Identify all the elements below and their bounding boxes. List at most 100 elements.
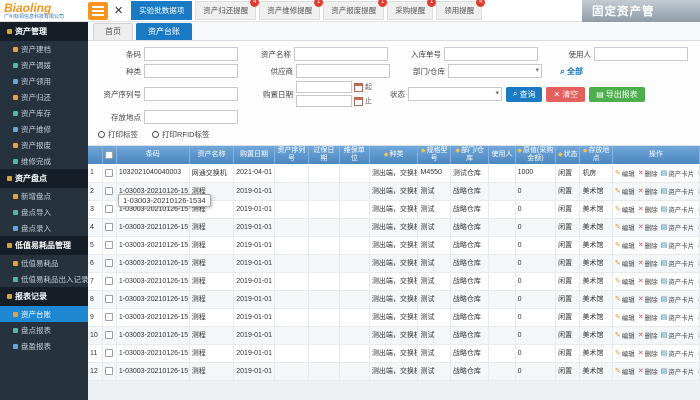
download-action[interactable]: ↓下载 bbox=[697, 366, 698, 376]
edit-action[interactable]: ✎ 编辑 bbox=[615, 276, 635, 286]
column-header[interactable]: ◆种类 bbox=[369, 146, 419, 164]
status-select[interactable] bbox=[408, 87, 502, 101]
edit-action[interactable]: ✎ 编辑 bbox=[615, 258, 635, 268]
close-icon[interactable]: ✕ bbox=[114, 4, 123, 17]
download-action[interactable]: ↓下载 bbox=[697, 294, 698, 304]
sidebar-item[interactable]: 盘点导入 bbox=[0, 204, 88, 220]
sidebar-item[interactable]: 资产归还 bbox=[0, 89, 88, 105]
sidebar-item[interactable]: 新增盘点 bbox=[0, 188, 88, 204]
delete-action[interactable]: ✕ 删除 bbox=[638, 294, 658, 304]
row-checkbox[interactable] bbox=[104, 277, 113, 285]
asset-card-action[interactable]: ▤ 资产卡片 bbox=[661, 366, 695, 376]
dept-select[interactable] bbox=[448, 64, 542, 78]
column-header[interactable]: ◆状态 bbox=[555, 146, 581, 164]
location-input[interactable] bbox=[144, 110, 238, 124]
page-tab-0[interactable]: 首页 bbox=[93, 23, 133, 40]
sidebar-item[interactable]: 资产库存 bbox=[0, 105, 88, 121]
edit-action[interactable]: ✎ 编辑 bbox=[615, 222, 635, 232]
barcode-input[interactable] bbox=[144, 47, 238, 61]
delete-action[interactable]: ✕ 删除 bbox=[638, 348, 658, 358]
edit-action[interactable]: ✎ 编辑 bbox=[615, 204, 635, 214]
sidebar-item[interactable]: 资产领用 bbox=[0, 73, 88, 89]
select-all-header[interactable] bbox=[102, 146, 117, 164]
edit-action[interactable]: ✎ 编辑 bbox=[615, 240, 635, 250]
row-checkbox[interactable] bbox=[104, 205, 113, 213]
category-input[interactable] bbox=[144, 64, 238, 78]
top-tab-5[interactable]: 领用提醒 4 bbox=[436, 0, 486, 20]
menu-toggle-button[interactable] bbox=[88, 1, 108, 20]
download-action[interactable]: ↓下载 bbox=[697, 186, 698, 196]
date-from-input[interactable] bbox=[296, 81, 352, 93]
row-checkbox[interactable] bbox=[104, 241, 113, 249]
delete-action[interactable]: ✕ 删除 bbox=[638, 222, 658, 232]
inbound-no-input[interactable] bbox=[444, 47, 538, 61]
sidebar-item[interactable]: 资产调拨 bbox=[0, 57, 88, 73]
delete-action[interactable]: ✕ 删除 bbox=[638, 168, 658, 178]
calendar-icon[interactable] bbox=[354, 96, 363, 106]
edit-action[interactable]: ✎ 编辑 bbox=[615, 186, 635, 196]
page-tab-1[interactable]: 资产台账 bbox=[136, 23, 192, 40]
delete-action[interactable]: ✕ 删除 bbox=[638, 258, 658, 268]
asset-card-action[interactable]: ▤ 资产卡片 bbox=[661, 276, 695, 286]
download-action[interactable]: ↓下载 bbox=[697, 348, 698, 358]
edit-action[interactable]: ✎ 编辑 bbox=[615, 312, 635, 322]
top-tab-3[interactable]: 资产报废提醒 1 bbox=[323, 0, 388, 20]
delete-action[interactable]: ✕ 删除 bbox=[638, 330, 658, 340]
column-header[interactable]: ◆原值(采购金额) bbox=[515, 146, 557, 164]
asset-card-action[interactable]: ▤ 资产卡片 bbox=[661, 348, 695, 358]
top-tab-2[interactable]: 资产维修提醒 1 bbox=[259, 0, 324, 20]
print-option-1[interactable]: 打印RFID标签 bbox=[152, 129, 210, 140]
download-action[interactable]: ↓下载 bbox=[697, 330, 698, 340]
sidebar-item[interactable]: 盘点录入 bbox=[0, 220, 88, 236]
edit-action[interactable]: ✎ 编辑 bbox=[615, 330, 635, 340]
search-all-link[interactable]: ⌕ 全部 bbox=[560, 66, 583, 77]
sidebar-item[interactable]: 资产台账 bbox=[0, 306, 88, 322]
sidebar-item[interactable]: 资产维修 bbox=[0, 121, 88, 137]
delete-action[interactable]: ✕ 删除 bbox=[638, 186, 658, 196]
asset-card-action[interactable]: ▤ 资产卡片 bbox=[661, 240, 695, 250]
asset-card-action[interactable]: ▤ 资产卡片 bbox=[661, 168, 695, 178]
asset-card-action[interactable]: ▤ 资产卡片 bbox=[661, 204, 695, 214]
delete-action[interactable]: ✕ 删除 bbox=[638, 240, 658, 250]
row-checkbox[interactable] bbox=[104, 223, 113, 231]
query-button[interactable]: ⌕ 查询 bbox=[506, 86, 543, 102]
download-action[interactable]: ↓下载 bbox=[697, 276, 698, 286]
sidebar-item[interactable]: 维修完成 bbox=[0, 153, 88, 169]
download-action[interactable]: ↓下载 bbox=[697, 168, 698, 178]
download-action[interactable]: ↓下载 bbox=[697, 240, 698, 250]
calendar-icon[interactable] bbox=[354, 82, 363, 92]
edit-action[interactable]: ✎ 编辑 bbox=[615, 294, 635, 304]
row-checkbox[interactable] bbox=[104, 187, 113, 195]
asset-card-action[interactable]: ▤ 资产卡片 bbox=[661, 294, 695, 304]
column-header[interactable]: ◆存放地点 bbox=[579, 146, 613, 164]
row-checkbox[interactable] bbox=[104, 331, 113, 339]
delete-action[interactable]: ✕ 删除 bbox=[638, 276, 658, 286]
download-action[interactable]: ↓下载 bbox=[697, 204, 698, 214]
row-checkbox[interactable] bbox=[104, 168, 113, 177]
date-to-input[interactable] bbox=[296, 95, 352, 107]
asset-card-action[interactable]: ▤ 资产卡片 bbox=[661, 258, 695, 268]
edit-action[interactable]: ✎ 编辑 bbox=[615, 168, 635, 178]
sidebar-item[interactable]: 低值易耗品出入记录 bbox=[0, 271, 88, 287]
download-action[interactable]: ↓下载 bbox=[697, 222, 698, 232]
sidebar-item[interactable]: 低值易耗品 bbox=[0, 255, 88, 271]
sidebar-item[interactable]: 资产建档 bbox=[0, 41, 88, 57]
row-checkbox[interactable] bbox=[104, 295, 113, 303]
export-report-button[interactable]: ▤ 导出报表 bbox=[589, 86, 645, 102]
edit-action[interactable]: ✎ 编辑 bbox=[615, 348, 635, 358]
edit-action[interactable]: ✎ 编辑 bbox=[615, 366, 635, 376]
row-checkbox[interactable] bbox=[104, 313, 113, 321]
download-action[interactable]: ↓下载 bbox=[697, 312, 698, 322]
delete-action[interactable]: ✕ 删除 bbox=[638, 204, 658, 214]
sidebar-item[interactable]: 盘点报表 bbox=[0, 322, 88, 338]
supplier-input[interactable] bbox=[296, 64, 390, 78]
row-checkbox[interactable] bbox=[104, 259, 113, 267]
user-input[interactable] bbox=[594, 47, 688, 61]
top-tab-1[interactable]: 资产归还提醒 4 bbox=[195, 0, 260, 20]
asset-name-input[interactable] bbox=[294, 47, 388, 61]
top-tab-0[interactable]: 实验批数据项 bbox=[131, 1, 193, 20]
select-all-checkbox[interactable] bbox=[105, 150, 114, 159]
column-header[interactable]: ◆规格型号 bbox=[417, 146, 451, 164]
asset-card-action[interactable]: ▤ 资产卡片 bbox=[661, 186, 695, 196]
download-action[interactable]: ↓下载 bbox=[697, 258, 698, 268]
